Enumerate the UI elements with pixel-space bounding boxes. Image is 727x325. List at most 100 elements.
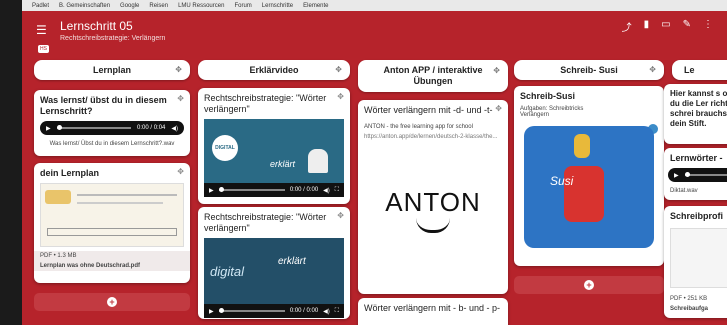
video-controls[interactable]: ▶ 0:00 / 0:00 ◀) ⛶ (204, 183, 344, 197)
slideshow-icon[interactable]: ▭ (661, 19, 670, 34)
play-icon[interactable]: ▶ (209, 187, 214, 194)
column-header[interactable]: Le (672, 60, 727, 80)
post-card[interactable]: Wörter verlängern mit -d- und -t- ✥ ANTO… (358, 100, 508, 294)
play-icon[interactable]: ▶ (209, 308, 214, 315)
user-badge[interactable]: HS (38, 45, 49, 53)
time-readout: 0:00 / 0:04 (137, 125, 166, 131)
video-overlay-text: erklärt (278, 256, 306, 267)
more-icon[interactable]: ⋮ (703, 19, 713, 34)
post-card[interactable]: Schreib-Susi Aufgaben: Schreibtricks Ver… (514, 86, 664, 266)
column-title: Anton APP / interaktive Übungen (383, 65, 483, 86)
video-player[interactable]: DIGITAL erklärt ▶ 0:00 / 0:00 ◀) ⛶ (204, 119, 344, 197)
audio-caption: Was lernst/ Übst du in diesem Lernschrit… (49, 141, 175, 147)
menu-icon[interactable]: ☰ (36, 23, 47, 37)
bookmark[interactable]: Google (120, 3, 139, 9)
post-card[interactable]: Hier kannst s ob du die Ler richtig schr… (664, 84, 727, 144)
audio-player[interactable]: ▶ (668, 168, 727, 182)
post-title: Was lernst/ übst du in diesem Lernschrit… (40, 95, 167, 116)
edit-icon[interactable]: ✎ (683, 19, 691, 34)
audio-player[interactable]: ▶ 0:00 / 0:04 ◀) (40, 121, 184, 135)
post-title: Wörter verlängern mit -d- und -t- (364, 105, 493, 115)
post-card[interactable]: Rechtschreibstrategie: "Wörter verlänger… (198, 207, 350, 319)
link-preview[interactable]: ANTON (364, 150, 502, 270)
column-lernplan: Lernplan ✥ (34, 60, 190, 80)
bookmark[interactable]: Lernschritte (262, 3, 293, 9)
volume-icon[interactable]: ◀) (323, 187, 330, 194)
column-header[interactable]: Lernplan ✥ (34, 60, 190, 80)
bookmark-icon[interactable]: ▮ (644, 19, 650, 34)
move-icon[interactable]: ✥ (177, 94, 184, 103)
bookmark[interactable]: Forum (234, 3, 251, 9)
susi-image[interactable]: Susi (524, 126, 654, 248)
share-icon[interactable]: ⤴ (622, 19, 632, 34)
bookmarks-bar: Padlet B. Gemeinschaften Google Reisen L… (22, 0, 727, 11)
column-header[interactable]: Schreib- Susi ✥ (514, 60, 664, 80)
column-title: Schreib- Susi (560, 65, 618, 75)
time-readout: 0:00 / 0:00 (289, 308, 319, 314)
play-icon[interactable]: ▶ (46, 125, 51, 132)
bookmark[interactable]: LMU Ressourcen (178, 3, 224, 9)
column-schreib-susi: Schreib- Susi ✥ (514, 60, 664, 80)
column-partial: Le (672, 60, 727, 80)
padlet-board: Padlet B. Gemeinschaften Google Reisen L… (22, 0, 727, 325)
play-icon[interactable]: ▶ (674, 172, 679, 179)
smile-icon (416, 218, 450, 233)
fullscreen-icon[interactable]: ⛶ (335, 187, 339, 194)
post-title: Lernwörter - (670, 153, 723, 163)
progress-bar[interactable] (218, 187, 285, 192)
column-title: Erklärvideo (249, 65, 299, 75)
video-player[interactable]: digital erklärt ▶ 0:00 / 0:00 ◀) ⛶ (204, 238, 344, 318)
column-title: Le (684, 65, 695, 75)
post-title: Schreib-Susi (520, 91, 576, 101)
anton-logo: ANTON (385, 187, 481, 217)
move-icon[interactable]: ✥ (335, 65, 342, 74)
post-card[interactable]: dein Lernplan ✥ PDF • 1.3 MB Lernplan wa… (34, 163, 190, 283)
move-icon[interactable]: ✥ (337, 211, 344, 220)
move-icon[interactable]: ✥ (495, 104, 502, 113)
board-header: ☰ Lernschritt 05 Rechtschreibstrategie: … (22, 11, 727, 57)
bookmark[interactable]: Reisen (149, 3, 168, 9)
link-url[interactable]: https://anton.app/de/lernen/deutsch-2-kl… (358, 132, 508, 142)
pdf-preview[interactable] (40, 183, 184, 247)
post-card[interactable]: Lernwörter - ▶ Diktat.wav (664, 148, 727, 200)
post-card[interactable]: Was lernst/ übst du in diesem Lernschrit… (34, 90, 190, 156)
bookmark[interactable]: B. Gemeinschaften (59, 3, 110, 9)
progress-bar[interactable] (56, 125, 132, 130)
pdf-preview[interactable] (670, 228, 727, 288)
link-title[interactable]: ANTON - the free learning app for school (358, 122, 508, 132)
logo: DIGITAL (212, 135, 238, 161)
volume-icon[interactable]: ◀) (171, 125, 178, 132)
progress-bar[interactable] (684, 172, 727, 177)
fullscreen-icon[interactable]: ⛶ (335, 308, 339, 315)
bookmark[interactable]: Padlet (32, 3, 49, 9)
volume-icon[interactable]: ◀) (323, 308, 330, 315)
move-icon[interactable]: ✥ (337, 92, 344, 101)
image-text: Susi (550, 174, 574, 188)
column-header[interactable]: Erklärvideo ✥ (198, 60, 350, 80)
post-text: Hier kannst s ob du die Ler richtig schr… (670, 89, 727, 128)
progress-bar[interactable] (218, 308, 285, 313)
bookmark[interactable]: Elemente (303, 3, 328, 9)
post-title: Rechtschreibstrategie: "Wörter verlänger… (204, 212, 327, 233)
column-anton: Anton APP / interaktive Übungen ✥ (358, 60, 508, 92)
page-title: Lernschritt 05 (60, 19, 133, 33)
plus-icon: + (584, 280, 594, 290)
post-card[interactable]: Rechtschreibstrategie: "Wörter verlänger… (198, 88, 350, 204)
column-title: Lernplan (92, 65, 131, 75)
move-icon[interactable]: ✥ (649, 65, 656, 74)
video-controls[interactable]: ▶ 0:00 / 0:00 ◀) ⛶ (204, 304, 344, 318)
add-post-button[interactable]: + (514, 276, 664, 294)
move-icon[interactable]: ✥ (175, 65, 182, 74)
header-tools: ⤴ ▮ ▭ ✎ ⋮ (622, 19, 713, 34)
file-name: Diktat.wav (670, 188, 698, 194)
column-header[interactable]: Anton APP / interaktive Übungen ✥ (358, 60, 508, 92)
add-post-button[interactable]: + (34, 293, 190, 311)
post-description: Aufgaben: Schreibtricks (520, 106, 584, 112)
post-card[interactable]: Wörter verlängern mit - b- und - p- (358, 298, 508, 325)
time-readout: 0:00 / 0:00 (289, 187, 319, 193)
move-icon[interactable]: ✥ (177, 167, 184, 176)
page-subtitle: Rechtschreibstrategie: Verlängern (60, 35, 166, 42)
move-icon[interactable]: ✥ (493, 65, 500, 76)
post-description: Verlängern (520, 112, 550, 118)
post-card[interactable]: Schreibprofi PDF • 251 KB Schreibaufga (664, 206, 727, 318)
